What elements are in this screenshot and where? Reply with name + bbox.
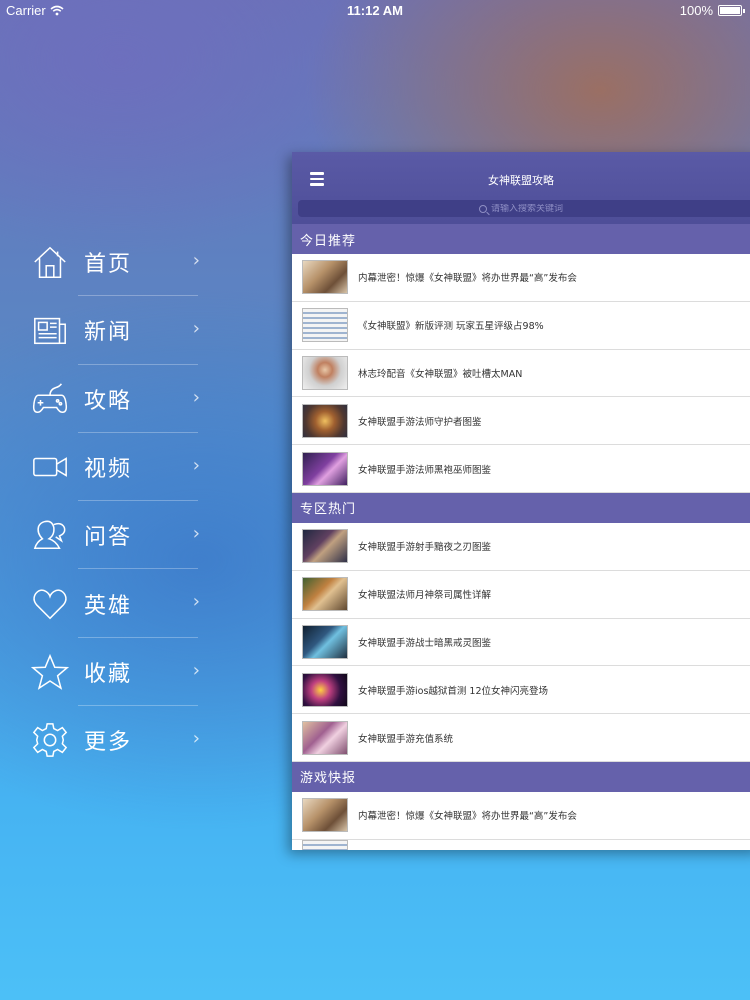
battery-percent: 100% bbox=[679, 3, 713, 18]
menu-label: 问答 bbox=[84, 525, 133, 551]
section-header-today: 今日推荐 bbox=[292, 224, 750, 254]
gear-icon bbox=[30, 720, 70, 760]
article-thumbnail bbox=[302, 839, 348, 850]
status-time: 11:12 AM bbox=[347, 3, 403, 18]
search-input[interactable] bbox=[491, 203, 581, 214]
article-title: 女神联盟手游充值系统 bbox=[358, 733, 454, 745]
content-panel: 女神联盟攻略 今日推荐 内幕泄密！惊爆《女神联盟》将办世界最“高”发布会 《女神… bbox=[292, 152, 750, 850]
menu-label: 首页 bbox=[84, 252, 133, 278]
gamepad-icon bbox=[30, 379, 70, 419]
article-thumbnail bbox=[302, 720, 348, 755]
article-title: 女神联盟手游法师黑袍巫师图鉴 bbox=[358, 464, 492, 476]
home-icon bbox=[30, 242, 70, 282]
menu-item-news[interactable]: 新闻 › bbox=[30, 296, 210, 365]
menu-item-more[interactable]: 更多 › bbox=[30, 706, 210, 774]
newspaper-icon bbox=[30, 310, 70, 350]
status-right: 100% bbox=[679, 3, 745, 18]
list-item[interactable]: 内幕泄密！惊爆《女神联盟》将办世界最“高”发布会 bbox=[292, 791, 750, 840]
article-thumbnail bbox=[302, 624, 348, 659]
article-thumbnail bbox=[302, 260, 348, 295]
chevron-right-icon: › bbox=[192, 318, 200, 340]
article-thumbnail bbox=[302, 798, 348, 833]
menu-item-guides[interactable]: 攻略 › bbox=[30, 365, 210, 433]
section-header-quick-news: 游戏快报 bbox=[292, 761, 750, 792]
article-title: 内幕泄密！惊爆《女神联盟》将办世界最“高”发布会 bbox=[358, 273, 577, 285]
article-title: 女神联盟法师月神祭司属性详解 bbox=[358, 590, 492, 602]
menu-label: 英雄 bbox=[84, 593, 133, 619]
menu-item-qa[interactable]: 问答 › bbox=[30, 501, 210, 570]
list-item[interactable]: 林志玲配音《女神联盟》被吐槽太MAN bbox=[292, 349, 750, 398]
battery-icon bbox=[718, 5, 745, 16]
menu-label: 视频 bbox=[84, 457, 133, 483]
search-bar[interactable] bbox=[298, 200, 750, 217]
video-camera-icon bbox=[30, 447, 70, 487]
chevron-right-icon: › bbox=[192, 250, 200, 271]
user-question-icon bbox=[30, 515, 70, 555]
menu-item-videos[interactable]: 视频 › bbox=[30, 433, 210, 502]
nav-header: 女神联盟攻略 bbox=[292, 152, 750, 224]
article-title: 女神联盟手游法师守护者图鉴 bbox=[358, 416, 482, 428]
article-title: 女神联盟手游射手黯夜之刃图鉴 bbox=[358, 542, 492, 554]
article-title: 女神联盟手游ios越狱首测 12位女神闪亮登场 bbox=[358, 685, 549, 697]
article-thumbnail bbox=[302, 451, 348, 486]
article-title: 内幕泄密！惊爆《女神联盟》将办世界最“高”发布会 bbox=[358, 811, 577, 823]
menu-label: 收藏 bbox=[84, 661, 133, 687]
chevron-right-icon: › bbox=[192, 386, 200, 408]
page-title: 女神联盟攻略 bbox=[488, 174, 554, 187]
article-title: 女神联盟手游战士暗黑戒灵图鉴 bbox=[358, 637, 492, 649]
chevron-right-icon: › bbox=[192, 523, 200, 545]
article-thumbnail bbox=[302, 403, 348, 438]
heart-icon bbox=[30, 584, 70, 624]
article-title: 《女神联盟》新版评测 玩家五星评级占98% bbox=[358, 321, 544, 333]
side-menu: 首页 › 新闻 › 攻略 › 视频 › 问答 › 英雄 › 收藏 › 更多 › bbox=[30, 228, 210, 774]
search-icon bbox=[479, 204, 487, 213]
article-title: 林志玲配音《女神联盟》被吐槽太MAN bbox=[358, 368, 523, 380]
list-item[interactable]: 女神联盟手游ios越狱首测 12位女神闪亮登场 bbox=[292, 666, 750, 715]
chevron-right-icon: › bbox=[192, 728, 200, 750]
star-icon bbox=[30, 652, 70, 692]
list-item[interactable]: 女神联盟手游法师黑袍巫师图鉴 bbox=[292, 445, 750, 493]
menu-item-favorites[interactable]: 收藏 › bbox=[30, 638, 210, 707]
list-item[interactable]: 女神联盟法师月神祭司属性详解 bbox=[292, 570, 750, 619]
status-bar: Carrier 11:12 AM 100% bbox=[0, 0, 750, 22]
list-item[interactable]: 女神联盟手游充值系统 bbox=[292, 714, 750, 762]
article-thumbnail bbox=[302, 355, 348, 390]
menu-label: 攻略 bbox=[84, 388, 133, 414]
list-item[interactable]: 内幕泄密！惊爆《女神联盟》将办世界最“高”发布会 bbox=[292, 254, 750, 302]
chevron-right-icon: › bbox=[192, 591, 200, 613]
list-item-partial[interactable] bbox=[292, 839, 750, 850]
article-thumbnail bbox=[302, 672, 348, 707]
chevron-right-icon: › bbox=[192, 659, 200, 681]
chevron-right-icon: › bbox=[192, 454, 200, 476]
list-item[interactable]: 女神联盟手游战士暗黑戒灵图鉴 bbox=[292, 618, 750, 667]
list-item[interactable]: 《女神联盟》新版评测 玩家五星评级占98% bbox=[292, 301, 750, 350]
article-thumbnail bbox=[302, 529, 348, 564]
article-thumbnail bbox=[302, 577, 348, 612]
menu-label: 新闻 bbox=[84, 320, 133, 346]
article-thumbnail bbox=[302, 308, 348, 343]
menu-item-heroes[interactable]: 英雄 › bbox=[30, 569, 210, 638]
menu-item-home[interactable]: 首页 › bbox=[30, 228, 210, 297]
menu-label: 更多 bbox=[84, 730, 133, 756]
list-item[interactable]: 女神联盟手游射手黯夜之刃图鉴 bbox=[292, 522, 750, 571]
section-header-hot: 专区热门 bbox=[292, 492, 750, 523]
list-item[interactable]: 女神联盟手游法师守护者图鉴 bbox=[292, 397, 750, 446]
